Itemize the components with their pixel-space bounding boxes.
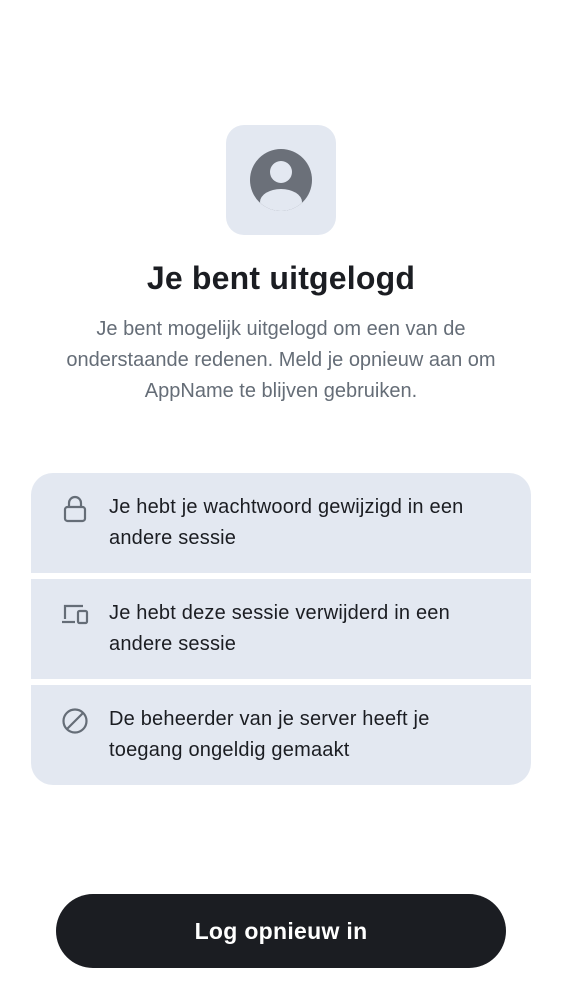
reasons-list: Je hebt je wachtwoord gewijzigd in een a… [31, 473, 531, 785]
reason-item-password-changed: Je hebt je wachtwoord gewijzigd in een a… [31, 473, 531, 573]
user-avatar-icon [250, 149, 312, 211]
reason-text: Je hebt deze sessie verwijderd in een an… [109, 602, 450, 655]
block-icon [61, 707, 89, 735]
page-subtitle: Je bent mogelijk uitgelogd om een van de… [66, 318, 496, 402]
reason-item-access-revoked: De beheerder van je server heeft je toeg… [31, 685, 531, 785]
avatar-tile [226, 125, 336, 235]
lock-icon [61, 495, 89, 523]
reason-text: Je hebt je wachtwoord gewijzigd in een a… [109, 496, 464, 549]
page-title: Je bent uitgelogd [146, 260, 416, 296]
reason-item-session-removed: Je hebt deze sessie verwijderd in een an… [31, 579, 531, 679]
reason-text: De beheerder van je server heeft je toeg… [109, 708, 430, 761]
login-again-button[interactable]: Log opnieuw in [56, 894, 506, 968]
devices-icon [61, 601, 89, 629]
